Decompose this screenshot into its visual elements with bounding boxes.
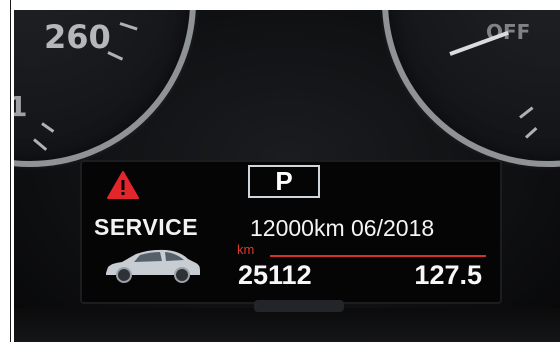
gear-letter: P (275, 166, 293, 196)
gear-indicator: P (248, 165, 320, 198)
odometer-unit: km (237, 242, 255, 257)
odometer-value: 25112 (238, 260, 312, 290)
dashboard-bottom (14, 308, 560, 342)
instrument-cluster-photo: 260 1 OFF P SERVICE 12000km 06/2018 km 2… (14, 10, 560, 342)
speed-label-partial: 1 (14, 90, 28, 123)
dashboard-trim (254, 300, 344, 312)
car-icon (106, 249, 200, 283)
warning-triangle-icon (107, 171, 139, 199)
service-due-value: 12000km 06/2018 (250, 215, 435, 241)
info-display: P SERVICE 12000km 06/2018 km 25112 127.5 (80, 160, 502, 304)
edge-line (10, 0, 11, 342)
divider-line (270, 255, 486, 257)
speed-label-260: 260 (44, 18, 111, 56)
service-label: SERVICE (94, 214, 199, 240)
screenshot-stage: 260 1 OFF P SERVICE 12000km 06/2018 km 2… (0, 0, 560, 342)
trip-value: 127.5 (414, 260, 482, 290)
right-gauge-dial (382, 10, 560, 167)
